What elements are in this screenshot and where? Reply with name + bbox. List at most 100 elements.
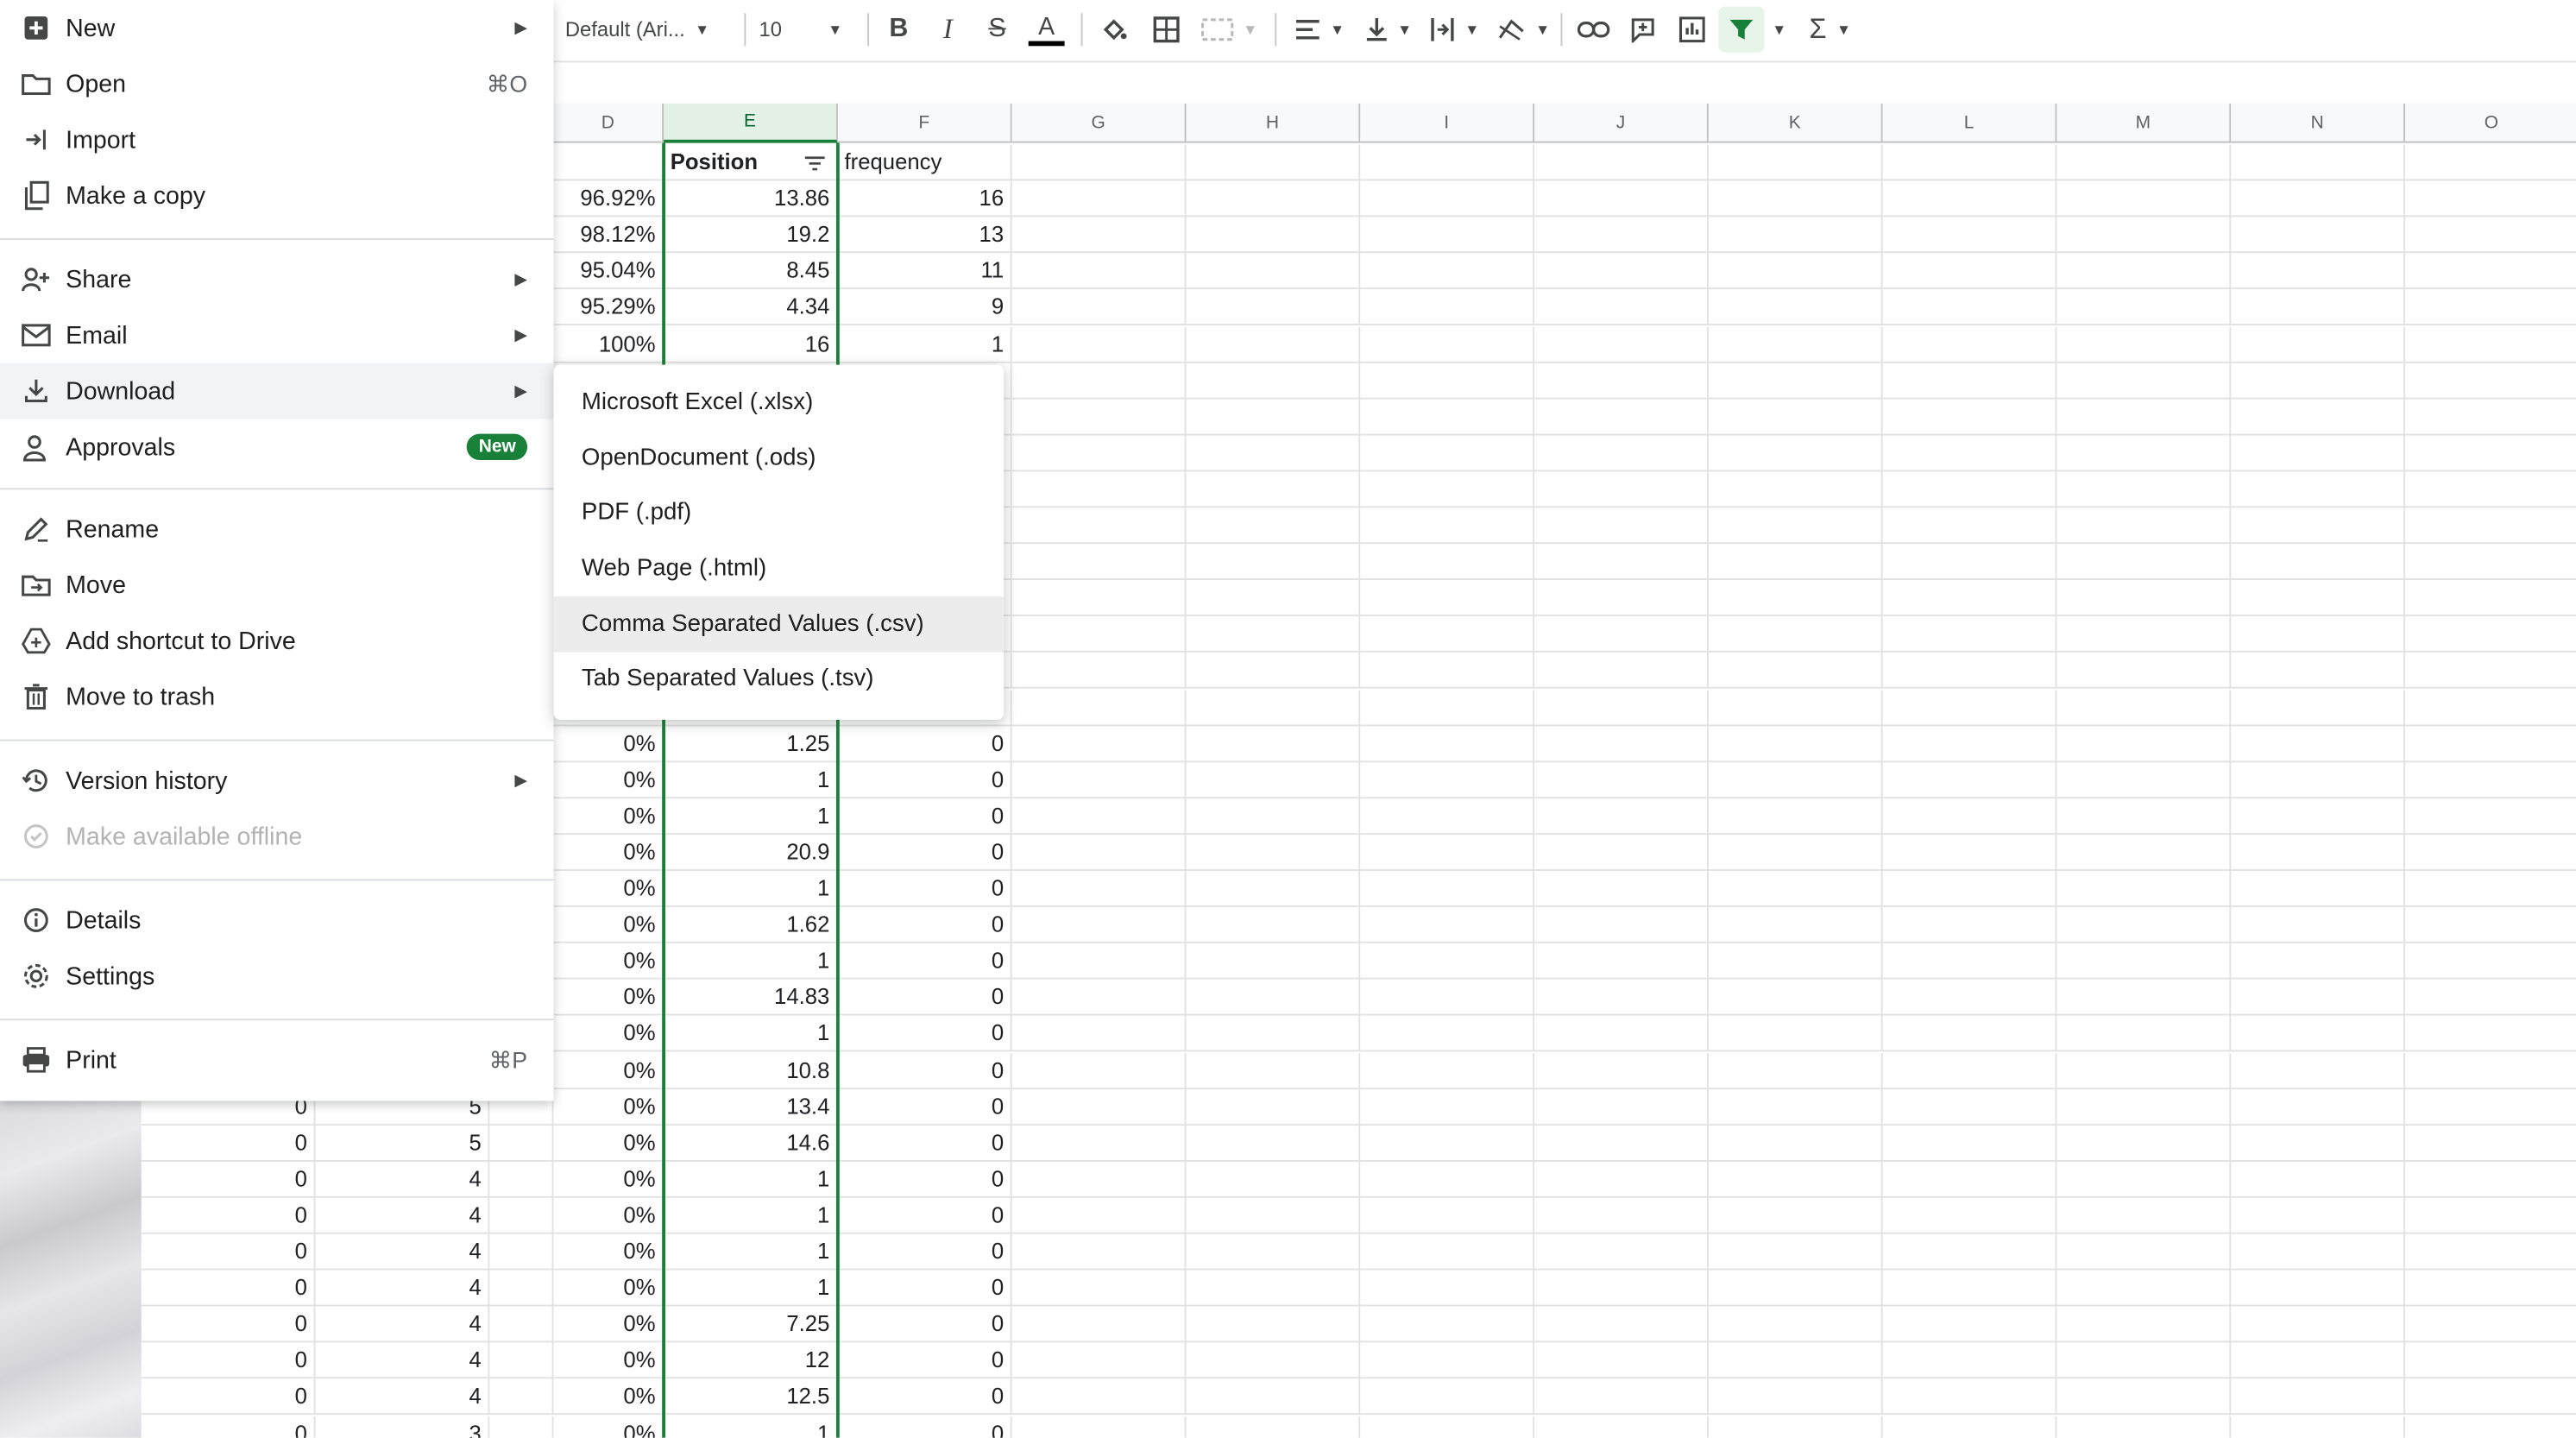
table-cell[interactable]: 4	[315, 1342, 490, 1379]
grid-cell[interactable]	[2405, 544, 2576, 581]
grid-cell[interactable]	[1708, 1088, 1883, 1126]
menu-item-trash[interactable]: Move to trash	[0, 669, 554, 725]
grid-cell[interactable]	[2231, 580, 2406, 617]
grid-cell[interactable]	[1011, 943, 1187, 980]
grid-cell[interactable]	[2231, 907, 2406, 943]
grid-cell[interactable]	[1534, 943, 1709, 980]
table-cell[interactable]: 0%	[553, 1342, 664, 1379]
grid-cell[interactable]	[1534, 1342, 1709, 1379]
grid-cell[interactable]	[2231, 180, 2406, 218]
table-cell[interactable]: 0	[837, 1161, 1012, 1198]
grid-cell[interactable]	[2056, 653, 2232, 690]
grid-cell[interactable]	[2231, 217, 2406, 254]
grid-cell[interactable]	[1882, 653, 2057, 690]
grid-cell[interactable]	[2231, 725, 2406, 762]
table-cell[interactable]: 0	[837, 761, 1012, 798]
grid-cell[interactable]	[2056, 1197, 2232, 1234]
grid-cell[interactable]	[2405, 690, 2576, 726]
grid-cell[interactable]	[1186, 616, 1361, 653]
grid-cell[interactable]	[2231, 1052, 2406, 1089]
grid-cell[interactable]	[2231, 870, 2406, 907]
grid-cell[interactable]	[2405, 980, 2576, 1017]
table-cell[interactable]: 0%	[553, 943, 664, 980]
grid-cell[interactable]	[1360, 1197, 1535, 1234]
column-header-h[interactable]: H	[1186, 103, 1361, 143]
grid-cell[interactable]	[1534, 1052, 1709, 1089]
menu-item-print[interactable]: Print ⌘P	[0, 1032, 554, 1088]
table-cell[interactable]: 0%	[553, 1016, 664, 1053]
grid-cell[interactable]	[1534, 508, 1709, 545]
grid-cell[interactable]	[1882, 1016, 2057, 1053]
grid-cell[interactable]	[1360, 980, 1535, 1017]
grid-cell[interactable]	[2405, 1343, 2576, 1379]
filter-icon[interactable]	[1718, 6, 1765, 53]
grid-cell[interactable]	[1882, 907, 2057, 943]
table-cell[interactable]: 4	[315, 1197, 490, 1234]
grid-cell[interactable]	[1011, 798, 1187, 835]
grid-cell[interactable]	[1708, 1342, 1883, 1379]
table-cell[interactable]: 13.4	[664, 1088, 838, 1126]
column-header-l[interactable]: L	[1882, 103, 2057, 143]
table-cell[interactable]: 0%	[553, 1378, 664, 1416]
grid-cell[interactable]	[1708, 1306, 1883, 1343]
insert-comment-icon[interactable]	[1623, 7, 1663, 53]
grid-cell[interactable]	[2056, 616, 2232, 653]
table-cell[interactable]: 0	[141, 1197, 316, 1234]
menu-item-share[interactable]: Share ▶	[0, 251, 554, 307]
column-header-k[interactable]: K	[1708, 103, 1883, 143]
grid-cell[interactable]	[489, 1125, 554, 1162]
grid-cell[interactable]	[2231, 1233, 2406, 1271]
table-cell[interactable]: 0%	[553, 1197, 664, 1234]
grid-cell[interactable]	[1882, 798, 2057, 835]
grid-cell[interactable]	[2231, 435, 2406, 471]
grid-cell[interactable]	[1534, 1270, 1709, 1307]
grid-cell[interactable]	[1186, 362, 1361, 399]
grid-cell[interactable]	[1708, 1052, 1883, 1089]
grid-cell[interactable]	[1534, 653, 1709, 690]
grid-cell[interactable]	[1360, 834, 1535, 871]
font-size-select[interactable]: 10 ▼	[759, 7, 861, 53]
table-cell[interactable]: 100%	[553, 325, 664, 363]
grid-cell[interactable]	[1011, 144, 1187, 181]
table-cell[interactable]: 10.8	[664, 1052, 838, 1089]
table-cell[interactable]: 98.12%	[553, 217, 664, 254]
grid-cell[interactable]	[1011, 253, 1187, 290]
grid-cell[interactable]	[1360, 253, 1535, 290]
grid-cell[interactable]	[1011, 761, 1187, 798]
grid-cell[interactable]	[1534, 1416, 1709, 1438]
table-cell[interactable]: 0	[837, 1270, 1012, 1307]
header-cell-frequency[interactable]: frequency	[837, 144, 1012, 181]
column-header-g[interactable]: G	[1011, 103, 1187, 143]
grid-cell[interactable]	[1186, 1416, 1361, 1438]
grid-cell[interactable]	[2056, 180, 2232, 218]
grid-cell[interactable]	[1534, 834, 1709, 871]
grid-cell[interactable]	[1882, 253, 2057, 290]
table-cell[interactable]: 1	[664, 1416, 838, 1438]
grid-cell[interactable]	[1186, 1306, 1361, 1343]
grid-cell[interactable]	[2231, 980, 2406, 1017]
menu-item-move[interactable]: Move	[0, 557, 554, 613]
table-cell[interactable]: 14.83	[664, 980, 838, 1017]
grid-cell[interactable]	[1708, 653, 1883, 690]
grid-cell[interactable]	[1534, 1306, 1709, 1343]
grid-cell[interactable]	[2231, 1378, 2406, 1416]
grid-cell[interactable]	[489, 1306, 554, 1343]
text-wrap-icon[interactable]: ▼	[1423, 7, 1485, 53]
grid-cell[interactable]	[1708, 1378, 1883, 1416]
grid-cell[interactable]	[1360, 217, 1535, 254]
table-cell[interactable]: 0	[141, 1306, 316, 1343]
table-cell[interactable]: 1	[664, 1197, 838, 1234]
grid-cell[interactable]	[1534, 399, 1709, 435]
grid-cell[interactable]	[1534, 907, 1709, 943]
grid-cell[interactable]	[1708, 580, 1883, 617]
column-header-i[interactable]: I	[1360, 103, 1535, 143]
grid-cell[interactable]	[2405, 762, 2576, 798]
grid-cell[interactable]	[2056, 580, 2232, 617]
grid-cell[interactable]	[1360, 580, 1535, 617]
grid-cell[interactable]	[2405, 1379, 2576, 1416]
grid-cell[interactable]	[1882, 870, 2057, 907]
grid-cell[interactable]	[2056, 1378, 2232, 1416]
table-cell[interactable]: 0	[837, 1342, 1012, 1379]
filter-views-dropdown[interactable]: ▼	[1767, 7, 1791, 53]
grid-cell[interactable]	[1882, 180, 2057, 218]
